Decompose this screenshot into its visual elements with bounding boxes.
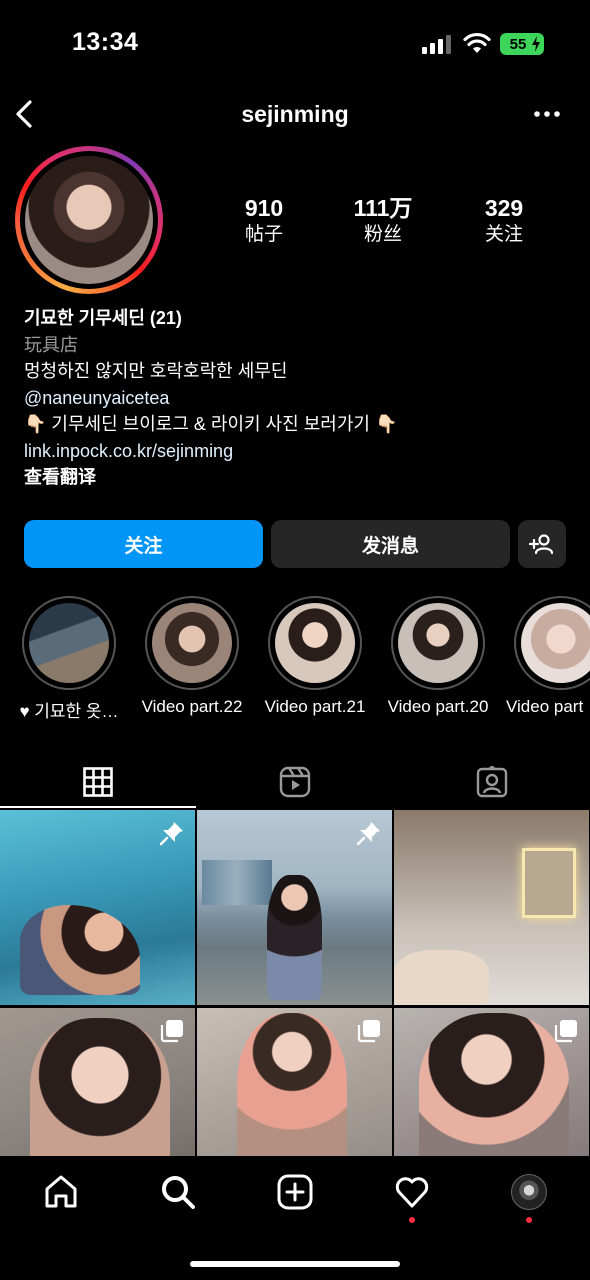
highlight-cover: [521, 603, 590, 683]
message-button[interactable]: 发消息: [271, 520, 510, 568]
post-tile[interactable]: [394, 810, 589, 1005]
post-photo-mirror: [522, 848, 576, 918]
home-icon: [45, 1175, 77, 1208]
highlight-cover-frame: [145, 596, 239, 690]
post-photo-bathtub: [394, 950, 489, 1005]
create-icon: [277, 1174, 313, 1210]
follow-button[interactable]: 关注: [24, 520, 263, 568]
highlight-cover: [398, 603, 478, 683]
profile-notification-dot: [526, 1217, 532, 1223]
battery-level: 55: [509, 35, 527, 53]
profile-category: 玩具店: [24, 334, 78, 355]
bio-line: 멍청하진 않지만 호락호락한 세무딘: [24, 361, 288, 381]
highlight-cover: [275, 603, 355, 683]
stat-posts-label: 帖子: [244, 224, 283, 245]
external-link[interactable]: link.inpock.co.kr/sejinming: [24, 438, 574, 465]
activity-icon: [395, 1177, 429, 1208]
highlight-cover-frame: [391, 596, 485, 690]
charging-icon: [532, 36, 540, 52]
stat-posts-value: 910: [244, 195, 284, 221]
pin-icon: [356, 822, 380, 846]
tab-posts-grid[interactable]: [0, 758, 196, 806]
nav-activity[interactable]: [392, 1172, 432, 1212]
profile-name: 기묘한 기무세딘 (21): [24, 308, 182, 328]
cellular-signal-icon: [422, 35, 451, 54]
page-title: sejinming: [241, 101, 349, 127]
carousel-icon: [357, 1020, 380, 1043]
translate-link[interactable]: 查看翻译: [24, 464, 574, 491]
post-photo-buildings: [202, 860, 272, 905]
post-photo-subject: [30, 1018, 170, 1168]
post-photo-subject: [267, 875, 322, 1000]
profile-avatar-icon: [511, 1174, 547, 1210]
highlight-label: Video part.21: [264, 697, 366, 716]
search-icon: [162, 1176, 195, 1209]
battery-indicator: 55: [500, 33, 544, 55]
status-bar: 13:34 55: [0, 0, 590, 88]
post-tile[interactable]: [0, 810, 195, 1005]
stat-following-label: 关注: [484, 224, 523, 245]
stat-followers-value: 111万: [353, 195, 413, 221]
highlight-label: Video part.20: [387, 697, 489, 716]
profile-bio: 기묘한 기무세딘 (21) 玩具店 멍청하진 않지만 호락호락한 세무딘 @na…: [24, 305, 574, 491]
post-photo-subject: [20, 905, 140, 995]
post-tile[interactable]: [197, 810, 392, 1005]
more-options-icon[interactable]: [534, 108, 560, 120]
highlight-cover-frame: [22, 596, 116, 690]
pin-icon: [159, 822, 183, 846]
tab-reels[interactable]: [197, 758, 393, 806]
activity-notification-dot: [409, 1217, 415, 1223]
carousel-icon: [554, 1020, 577, 1043]
nav-profile[interactable]: [509, 1172, 549, 1212]
mention-link[interactable]: @naneunyaicetea: [24, 385, 574, 412]
nav-search[interactable]: [158, 1172, 198, 1212]
tab-tagged[interactable]: [394, 758, 590, 806]
highlight-cover-frame: [268, 596, 362, 690]
post-photo-subject: [419, 1013, 569, 1168]
stat-posts[interactable]: 910 帖子: [204, 194, 324, 248]
tagged-icon: [476, 766, 508, 798]
active-tab-indicator: [0, 806, 196, 808]
nav-home[interactable]: [41, 1172, 81, 1212]
status-time: 13:34: [72, 28, 139, 56]
highlight-label: Video part: [506, 697, 584, 716]
stat-following-value: 329: [484, 195, 524, 221]
nav-create[interactable]: [275, 1172, 315, 1212]
wifi-icon: [463, 32, 491, 53]
highlight-label: ♥ 기묘한 옷…: [19, 702, 119, 721]
home-indicator[interactable]: [190, 1261, 400, 1267]
carousel-icon: [160, 1020, 183, 1043]
stat-followers-label: 粉丝: [363, 224, 402, 245]
story-ring[interactable]: [15, 146, 163, 294]
highlight-cover: [29, 603, 109, 683]
post-photo-subject: [237, 1013, 347, 1168]
highlight-cover: [152, 603, 232, 683]
reels-icon: [279, 766, 311, 798]
bio-line: 👇🏻 기무세딘 브이로그 & 라이키 사진 보러가기 👇🏻: [24, 414, 398, 434]
avatar: [25, 156, 153, 284]
stat-following[interactable]: 329 关注: [444, 194, 564, 248]
add-person-icon: [529, 534, 554, 555]
highlight-label: Video part.22: [141, 697, 243, 716]
highlight-cover-frame: [514, 596, 590, 690]
suggested-users-button[interactable]: [518, 520, 566, 568]
avatar-frame: [20, 151, 158, 289]
stat-followers[interactable]: 111万 粉丝: [323, 194, 443, 248]
grid-icon: [83, 767, 113, 797]
